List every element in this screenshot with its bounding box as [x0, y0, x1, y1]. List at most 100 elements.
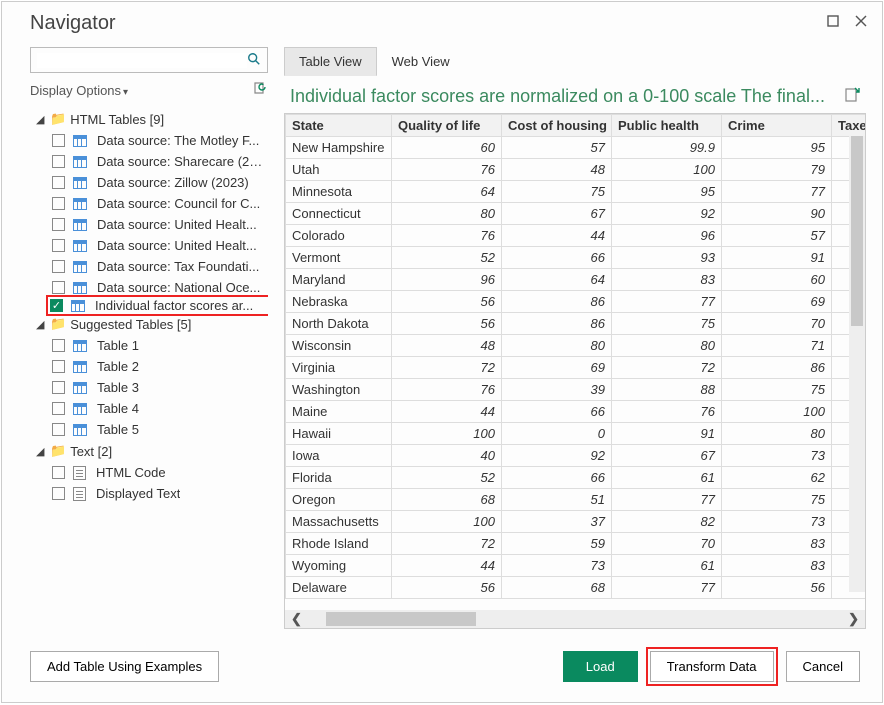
tree-item-checkbox[interactable] — [52, 402, 65, 415]
right-pane: Table View Web View Individual factor sc… — [284, 47, 866, 629]
table-row[interactable]: Washington76398875 — [286, 379, 866, 401]
tree-item-checkbox[interactable] — [52, 423, 65, 436]
tree-item-checkbox[interactable] — [52, 155, 65, 168]
data-table: StateQuality of lifeCost of housingPubli… — [285, 114, 865, 599]
value-cell: 80 — [502, 335, 612, 357]
horizontal-scrollbar[interactable]: ❮ ❯ — [285, 610, 865, 628]
horizontal-scrollbar-thumb[interactable] — [326, 612, 476, 626]
table-row[interactable]: New Hampshire605799.995 — [286, 137, 866, 159]
transform-data-button[interactable]: Transform Data — [650, 651, 774, 682]
tree-item-checkbox[interactable] — [52, 134, 65, 147]
tree-item[interactable]: Table 2 — [50, 356, 268, 377]
tree-item-label: Data source: Sharecare (20... — [97, 154, 266, 169]
refresh-icon[interactable] — [252, 81, 268, 100]
value-cell: 70 — [612, 533, 722, 555]
table-row[interactable]: Nebraska56867769 — [286, 291, 866, 313]
tree-item-checkbox[interactable] — [52, 487, 65, 500]
value-cell: 73 — [502, 555, 612, 577]
add-table-button[interactable]: Add Table Using Examples — [30, 651, 219, 682]
tree-view[interactable]: ◢ 📁 HTML Tables [9]Data source: The Motl… — [30, 108, 268, 629]
tree-item[interactable]: Table 3 — [50, 377, 268, 398]
tree-item-label: Data source: United Healt... — [97, 217, 257, 232]
tree-item-checkbox[interactable] — [52, 239, 65, 252]
tree-item-label: Data source: Tax Foundati... — [97, 259, 259, 274]
table-row[interactable]: Oregon68517775 — [286, 489, 866, 511]
tree-item-checkbox[interactable]: ✓ — [50, 299, 63, 312]
table-row[interactable]: Wisconsin48808071 — [286, 335, 866, 357]
tree-item[interactable]: Displayed Text — [50, 483, 268, 504]
scroll-left-arrow-icon[interactable]: ❮ — [287, 611, 306, 627]
tree-item[interactable]: Data source: Sharecare (20... — [50, 151, 268, 172]
search-input[interactable] — [37, 53, 247, 68]
table-row[interactable]: Iowa40926773 — [286, 445, 866, 467]
vertical-scrollbar[interactable] — [849, 136, 865, 592]
value-cell: 72 — [392, 533, 502, 555]
tree-item[interactable]: HTML Code — [50, 462, 268, 483]
tab-web-view[interactable]: Web View — [377, 47, 465, 76]
export-icon[interactable] — [844, 86, 862, 107]
tree-item-checkbox[interactable] — [52, 176, 65, 189]
table-row[interactable]: Maryland96648360 — [286, 269, 866, 291]
tree-item[interactable]: Table 5 — [50, 419, 268, 440]
maximize-button[interactable] — [824, 12, 842, 30]
table-row[interactable]: Connecticut80679290 — [286, 203, 866, 225]
table-row[interactable]: Minnesota64759577 — [286, 181, 866, 203]
table-row[interactable]: Colorado76449657 — [286, 225, 866, 247]
state-cell: Minnesota — [286, 181, 392, 203]
column-header[interactable]: Public health — [612, 115, 722, 137]
display-options[interactable]: Display Options▾ — [30, 79, 268, 102]
table-row[interactable]: Massachusetts100378273 — [286, 511, 866, 533]
tree-item-checkbox[interactable] — [52, 218, 65, 231]
tree-item[interactable]: Data source: United Healt... — [50, 235, 268, 256]
tree-item[interactable]: Data source: Tax Foundati... — [50, 256, 268, 277]
tree-item-checkbox[interactable] — [52, 381, 65, 394]
tree-item-checkbox[interactable] — [52, 281, 65, 294]
load-button[interactable]: Load — [563, 651, 638, 682]
table-row[interactable]: Virginia72697286 — [286, 357, 866, 379]
tree-item-checkbox[interactable] — [52, 360, 65, 373]
table-row[interactable]: Vermont52669391 — [286, 247, 866, 269]
value-cell: 88 — [612, 379, 722, 401]
column-header[interactable]: Taxes — [832, 115, 866, 137]
scroll-right-arrow-icon[interactable]: ❯ — [844, 611, 863, 627]
column-header[interactable]: Cost of housing — [502, 115, 612, 137]
tree-item[interactable]: Table 4 — [50, 398, 268, 419]
tree-item-checkbox[interactable] — [52, 339, 65, 352]
table-row[interactable]: Rhode Island72597083 — [286, 533, 866, 555]
close-button[interactable] — [852, 12, 870, 30]
tree-item[interactable]: Data source: United Healt... — [50, 214, 268, 235]
tree-item[interactable]: Data source: The Motley F... — [50, 130, 268, 151]
value-cell: 75 — [612, 313, 722, 335]
cancel-button[interactable]: Cancel — [786, 651, 860, 682]
tree-item-checkbox[interactable] — [52, 260, 65, 273]
table-row[interactable]: Maine446676100 — [286, 401, 866, 423]
table-row[interactable]: Florida52666162 — [286, 467, 866, 489]
grid-scroll: StateQuality of lifeCost of housingPubli… — [285, 114, 865, 610]
column-header[interactable]: State — [286, 115, 392, 137]
tree-item-checkbox[interactable] — [52, 197, 65, 210]
state-cell: New Hampshire — [286, 137, 392, 159]
table-row[interactable]: Utah764810079 — [286, 159, 866, 181]
table-row[interactable]: Hawaii10009180 — [286, 423, 866, 445]
vertical-scrollbar-thumb[interactable] — [851, 136, 863, 326]
folder-icon: 📁 — [50, 316, 66, 332]
value-cell: 40 — [392, 445, 502, 467]
tree-folder[interactable]: ◢ 📁 HTML Tables [9] — [34, 108, 268, 130]
tree-item[interactable]: Data source: Council for C... — [50, 193, 268, 214]
tab-table-view[interactable]: Table View — [284, 47, 377, 76]
table-row[interactable]: Delaware56687756 — [286, 577, 866, 599]
tree-item-checkbox[interactable] — [52, 466, 65, 479]
tree-item[interactable]: Data source: Zillow (2023) — [50, 172, 268, 193]
value-cell: 100 — [392, 423, 502, 445]
column-header[interactable]: Crime — [722, 115, 832, 137]
table-icon — [73, 340, 87, 352]
column-header[interactable]: Quality of life — [392, 115, 502, 137]
search-box[interactable] — [30, 47, 268, 73]
value-cell: 60 — [722, 269, 832, 291]
table-row[interactable]: North Dakota56867570 — [286, 313, 866, 335]
table-row[interactable]: Wyoming44736183 — [286, 555, 866, 577]
tree-folder[interactable]: ◢ 📁 Text [2] — [34, 440, 268, 462]
tree-folder[interactable]: ◢ 📁 Suggested Tables [5] — [34, 313, 268, 335]
value-cell: 0 — [502, 423, 612, 445]
tree-item[interactable]: Table 1 — [50, 335, 268, 356]
